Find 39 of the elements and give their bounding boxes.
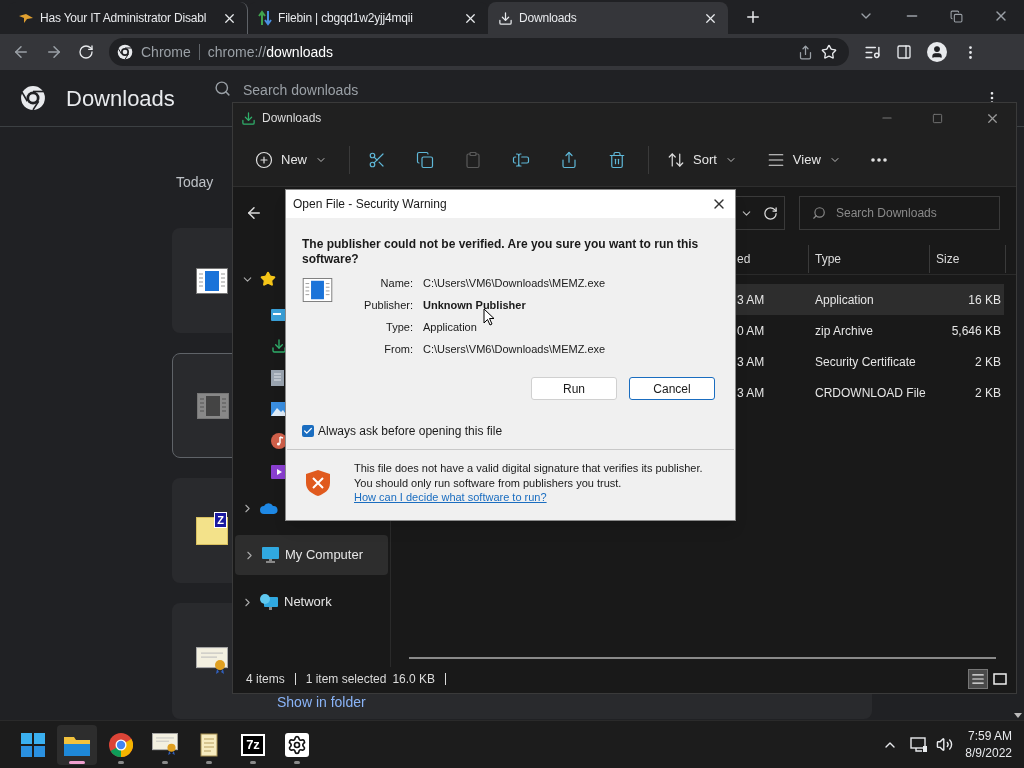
url-path: downloads: [266, 42, 334, 62]
type-cell-text: zip Archive: [814, 322, 875, 340]
dialog-title: Open File - Security Warning: [293, 196, 448, 213]
type-cell-text: Application: [814, 291, 875, 309]
field-value: C:\Users\VM6\Downloads\MEMZ.exe: [423, 342, 606, 357]
clock-date: 8/9/2022: [965, 744, 1012, 762]
type-cell-text: Security Certificate: [814, 353, 917, 371]
field-value: C:\Users\VM6\Downloads\MEMZ.exe: [423, 276, 606, 291]
field-value: Unknown Publisher: [423, 298, 527, 313]
field-label: From:: [383, 342, 413, 357]
size-cell-text: 16 KB: [967, 291, 1001, 309]
field-label: Publisher:: [363, 298, 413, 313]
date-cell-text: 3 AM: [737, 353, 766, 371]
field-label: Type:: [385, 320, 413, 335]
selection-info: 1 item selected: [305, 671, 387, 688]
selection-size: 16.0 KB: [392, 671, 436, 688]
page-title: Downloads: [66, 84, 176, 113]
site-label: Chrome: [141, 42, 191, 62]
clock-time: 7:59 AM: [967, 727, 1012, 745]
window-title: Downloads: [262, 110, 322, 127]
zip-letter: Z: [214, 511, 227, 528]
tab-title: Filebin | cbgqd1w2yjj4mqii: [278, 10, 413, 27]
warning-question: The publisher could not be verified. Are you sure you want to run this software?: [302, 237, 700, 267]
tab-title: Downloads: [519, 10, 577, 27]
signature-warning-text: This file does not have a valid digital signature that verifies its publisher. You should only run software from publishers you trust.: [354, 461, 704, 491]
url-scheme: chrome://: [207, 42, 267, 62]
section-heading: Today: [176, 173, 215, 188]
type-cell-text: CRDOWNLOAD File: [814, 384, 927, 402]
size-cell-text: 5,646 KB: [950, 322, 1001, 340]
date-cell-text: 3 AM: [737, 291, 766, 309]
size-cell-text: 2 KB: [974, 384, 1001, 402]
tab-title: Has Your IT Administrator Disabl: [40, 10, 207, 27]
size-cell-text: 2 KB: [974, 353, 1001, 371]
item-count: 4 items: [246, 671, 285, 688]
date-cell-text: 3 AM: [737, 384, 766, 402]
field-value: Application: [423, 320, 478, 335]
archiver-logo-icon: 7z: [241, 733, 265, 756]
field-label: Name:: [379, 276, 413, 291]
date-cell-text: 0 AM: [737, 322, 766, 340]
